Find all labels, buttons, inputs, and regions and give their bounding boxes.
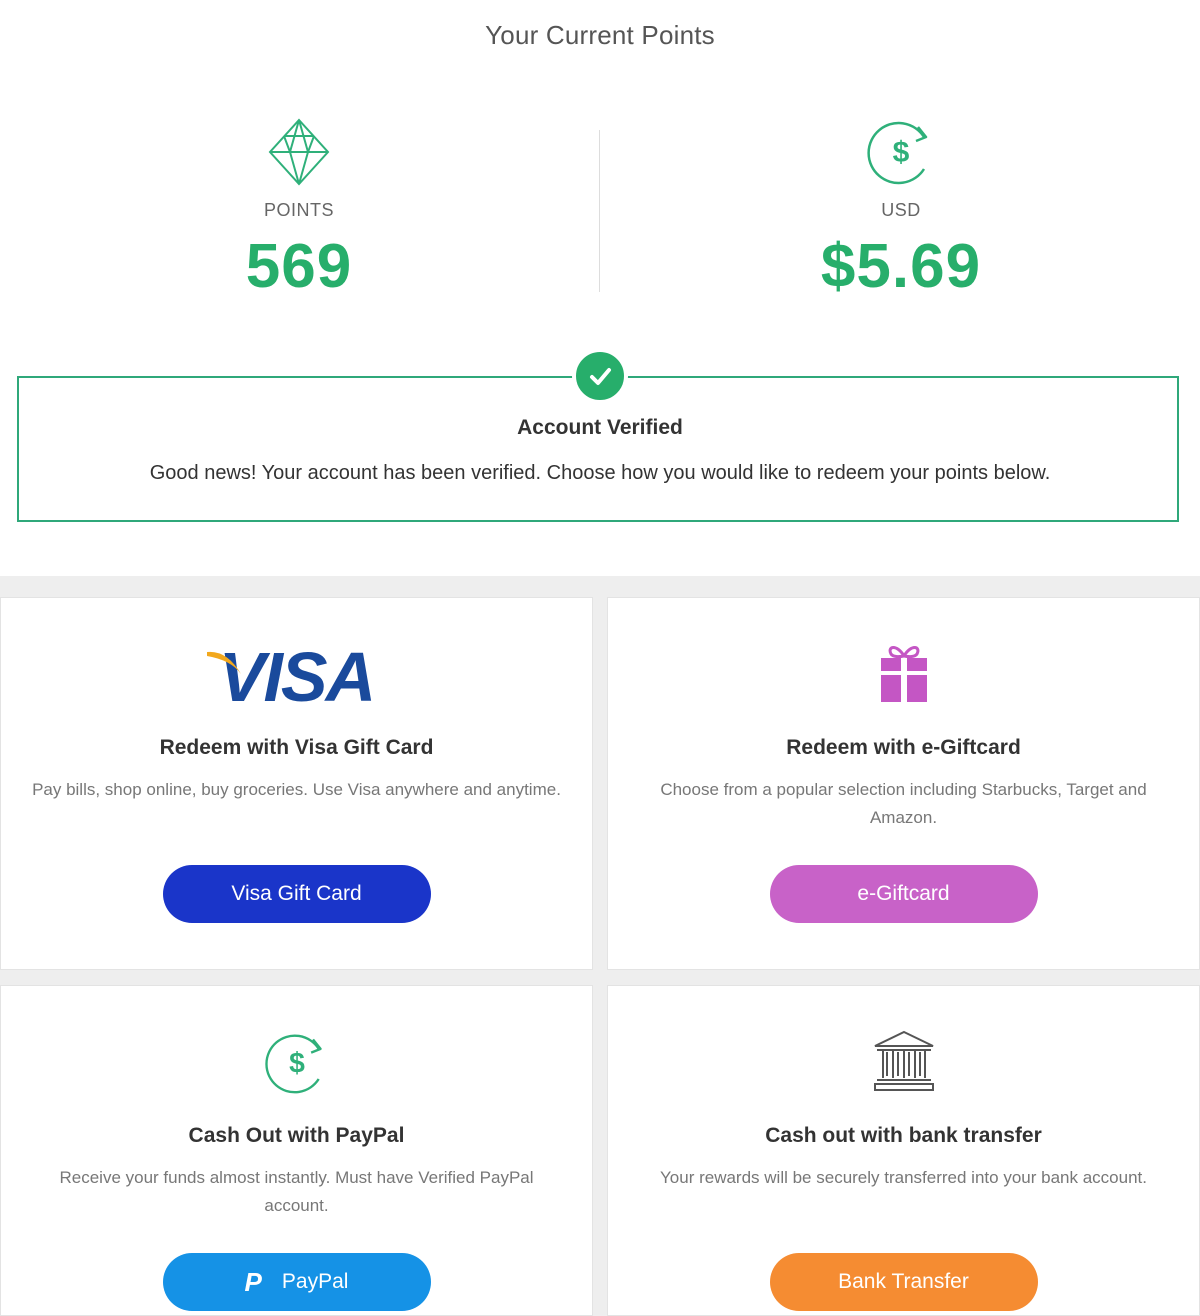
check-circle-icon bbox=[572, 348, 628, 404]
egiftcard-button-label: e-Giftcard bbox=[857, 882, 950, 905]
egiftcard-option-card: Redeem with e-Giftcard Choose from a pop… bbox=[607, 597, 1200, 970]
paypal-option-card: $ Cash Out with PayPal Receive your fund… bbox=[0, 985, 593, 1316]
stats-divider bbox=[599, 130, 600, 292]
paypal-logo-icon: P bbox=[244, 1266, 262, 1297]
svg-text:$: $ bbox=[893, 136, 910, 169]
bank-option-title: Cash out with bank transfer bbox=[765, 1124, 1042, 1147]
points-stat: POINTS 569 bbox=[99, 112, 499, 302]
verification-title: Account Verified bbox=[517, 416, 683, 439]
visa-gift-card-button[interactable]: Visa Gift Card bbox=[162, 865, 431, 923]
usd-stat: $ USD $5.69 bbox=[701, 112, 1101, 302]
egiftcard-option-title: Redeem with e-Giftcard bbox=[786, 736, 1021, 759]
visa-swoosh-icon bbox=[206, 651, 241, 674]
dollar-refresh-icon: $ bbox=[1, 1030, 592, 1096]
visa-option-card: VISA Redeem with Visa Gift Card Pay bill… bbox=[0, 597, 593, 970]
bank-icon bbox=[608, 1030, 1199, 1094]
visa-option-description: Pay bills, shop online, buy groceries. U… bbox=[32, 780, 561, 799]
paypal-option-description: Receive your funds almost instantly. Mus… bbox=[59, 1168, 534, 1215]
usd-value: $5.69 bbox=[820, 232, 982, 301]
dollar-refresh-icon: $ bbox=[701, 112, 1101, 192]
paypal-button[interactable]: P PayPal bbox=[162, 1253, 431, 1311]
svg-text:$: $ bbox=[289, 1046, 305, 1078]
bank-option-description: Your rewards will be securely transferre… bbox=[660, 1168, 1147, 1187]
bank-option-card: Cash out with bank transfer Your rewards… bbox=[607, 985, 1200, 1316]
bank-transfer-button[interactable]: Bank Transfer bbox=[769, 1253, 1038, 1311]
paypal-button-label: PayPal bbox=[281, 1270, 349, 1293]
visa-gift-card-button-label: Visa Gift Card bbox=[231, 882, 362, 905]
visa-option-title: Redeem with Visa Gift Card bbox=[159, 736, 434, 759]
gift-icon bbox=[608, 642, 1199, 704]
bank-transfer-button-label: Bank Transfer bbox=[838, 1270, 969, 1293]
usd-label: USD bbox=[881, 200, 921, 220]
points-value: 569 bbox=[245, 232, 353, 301]
paypal-option-title: Cash Out with PayPal bbox=[188, 1124, 405, 1147]
verification-message: Good news! Your account has been verifie… bbox=[149, 462, 1051, 484]
diamond-icon bbox=[99, 112, 499, 192]
egiftcard-button[interactable]: e-Giftcard bbox=[769, 865, 1038, 923]
egiftcard-option-description: Choose from a popular selection includin… bbox=[660, 780, 1147, 827]
points-label: POINTS bbox=[263, 200, 334, 220]
page-title: Your Current Points bbox=[485, 20, 715, 50]
visa-logo: VISA bbox=[206, 642, 376, 712]
